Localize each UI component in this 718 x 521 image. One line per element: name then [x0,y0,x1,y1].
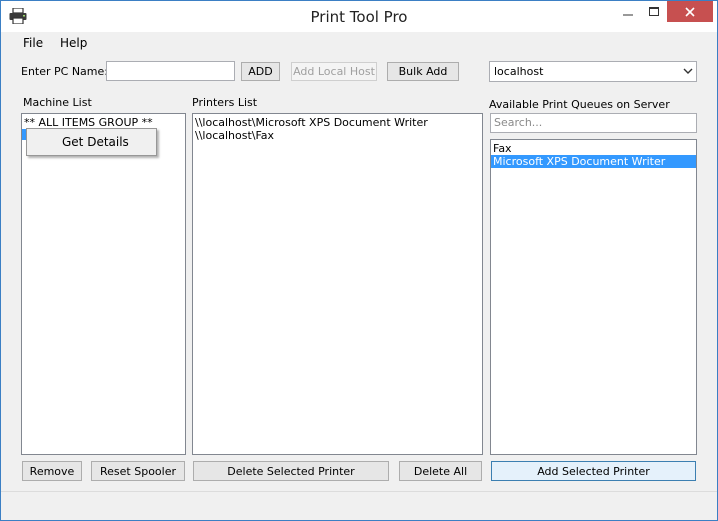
list-item[interactable]: \\localhost\Fax [193,129,482,142]
chevron-down-icon [683,68,693,74]
bulk-add-button[interactable]: Bulk Add [387,62,459,81]
printers-list-heading: Printers List [192,96,258,109]
add-selected-printer-button[interactable]: Add Selected Printer [491,461,696,481]
list-item[interactable]: \\localhost\Microsoft XPS Document Write… [193,116,482,129]
status-bar [1,491,717,520]
add-local-host-button[interactable]: Add Local Host [291,62,377,81]
queues-list[interactable]: Fax Microsoft XPS Document Writer [490,139,697,455]
context-menu-get-details[interactable]: Get Details [62,135,129,149]
menu-file[interactable]: File [23,36,43,50]
machine-list-heading: Machine List [23,96,92,109]
pc-name-input[interactable] [106,61,235,81]
context-menu: Get Details [26,128,157,156]
delete-all-button[interactable]: Delete All [399,461,482,481]
app-window: Print Tool Pro File Help Enter PC Name: … [0,0,718,521]
window-title: Print Tool Pro [310,8,408,26]
maximize-icon [649,6,659,16]
reset-spooler-button[interactable]: Reset Spooler [91,461,185,481]
menu-help[interactable]: Help [60,36,87,50]
host-select[interactable]: localhost [489,61,697,82]
queue-search-placeholder: Search... [494,116,543,129]
host-select-value: localhost [494,65,544,78]
maximize-button[interactable] [641,1,667,22]
menu-bar: File Help [1,32,717,54]
delete-selected-printer-button[interactable]: Delete Selected Printer [193,461,389,481]
minimize-icon [623,14,633,15]
list-item[interactable]: Fax [491,142,696,155]
queues-heading: Available Print Queues on Server [489,98,670,111]
close-button[interactable] [667,1,713,22]
minimize-button[interactable] [615,1,641,22]
close-icon [685,6,695,17]
machine-list[interactable]: ** ALL ITEMS GROUP ** [21,113,186,455]
add-button[interactable]: ADD [241,62,280,81]
printers-list[interactable]: \\localhost\Microsoft XPS Document Write… [192,113,483,455]
title-bar: Print Tool Pro [1,1,717,32]
pc-name-label: Enter PC Name: [21,65,108,78]
remove-button[interactable]: Remove [22,461,82,481]
list-item-selected[interactable]: Microsoft XPS Document Writer [491,155,696,168]
queue-search-input[interactable]: Search... [490,113,697,133]
